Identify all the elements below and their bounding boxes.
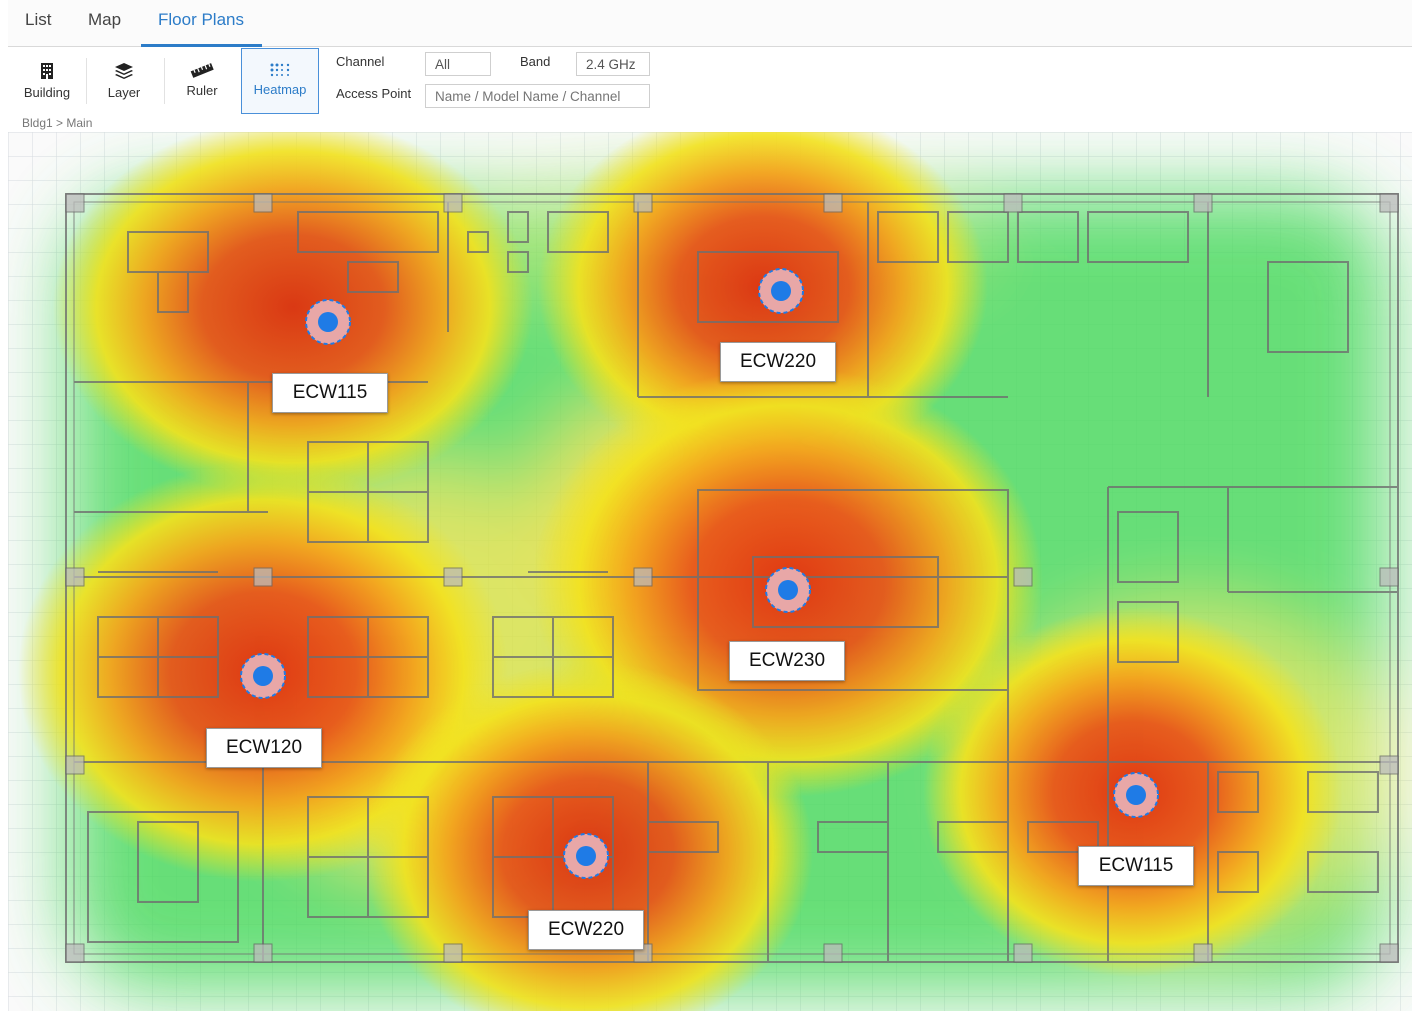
access-point-marker[interactable]: [1113, 772, 1159, 818]
band-select[interactable]: [576, 52, 650, 76]
ap-label[interactable]: ECW230: [729, 641, 845, 681]
heatmap-icon: [270, 63, 290, 77]
channel-label: Channel: [336, 54, 385, 69]
ap-label[interactable]: ECW120: [206, 728, 322, 768]
heatmap-label: Heatmap: [253, 82, 307, 97]
layers-icon: [115, 63, 133, 79]
view-tabs: List Map Floor Plans: [8, 0, 1412, 47]
ruler-button[interactable]: Ruler: [164, 56, 240, 112]
access-point-search-input[interactable]: [425, 84, 650, 108]
access-point-marker[interactable]: [563, 833, 609, 879]
tab-floor-plans[interactable]: Floor Plans: [158, 10, 244, 30]
building-icon: [41, 63, 53, 79]
breadcrumb: Bldg1 > Main: [22, 116, 93, 130]
ap-label[interactable]: ECW115: [272, 373, 388, 413]
ap-label[interactable]: ECW220: [720, 342, 836, 382]
layer-button[interactable]: Layer: [86, 56, 162, 112]
tab-map[interactable]: Map: [88, 10, 121, 30]
layer-label: Layer: [107, 85, 141, 100]
heatmap-button[interactable]: Heatmap: [241, 48, 319, 114]
active-tab-indicator: [141, 44, 262, 47]
access-point-marker[interactable]: [765, 567, 811, 613]
ap-label[interactable]: ECW115: [1078, 846, 1194, 886]
floor-plan-svg: [8, 132, 1412, 1011]
building-button[interactable]: Building: [9, 56, 85, 112]
access-point-marker[interactable]: [758, 268, 804, 314]
ap-label[interactable]: ECW220: [528, 910, 644, 950]
access-point-marker[interactable]: [240, 653, 286, 699]
access-point-label: Access Point: [336, 86, 412, 101]
band-label: Band: [520, 54, 551, 69]
channel-select[interactable]: [425, 52, 491, 76]
ruler-label: Ruler: [186, 83, 218, 98]
tab-list[interactable]: List: [25, 10, 51, 30]
building-label: Building: [23, 85, 71, 100]
ruler-icon: [190, 63, 214, 78]
access-point-marker[interactable]: [305, 299, 351, 345]
floor-plan-canvas[interactable]: ECW115 ECW220 ECW120 ECW230 ECW220 ECW11…: [8, 132, 1412, 1011]
